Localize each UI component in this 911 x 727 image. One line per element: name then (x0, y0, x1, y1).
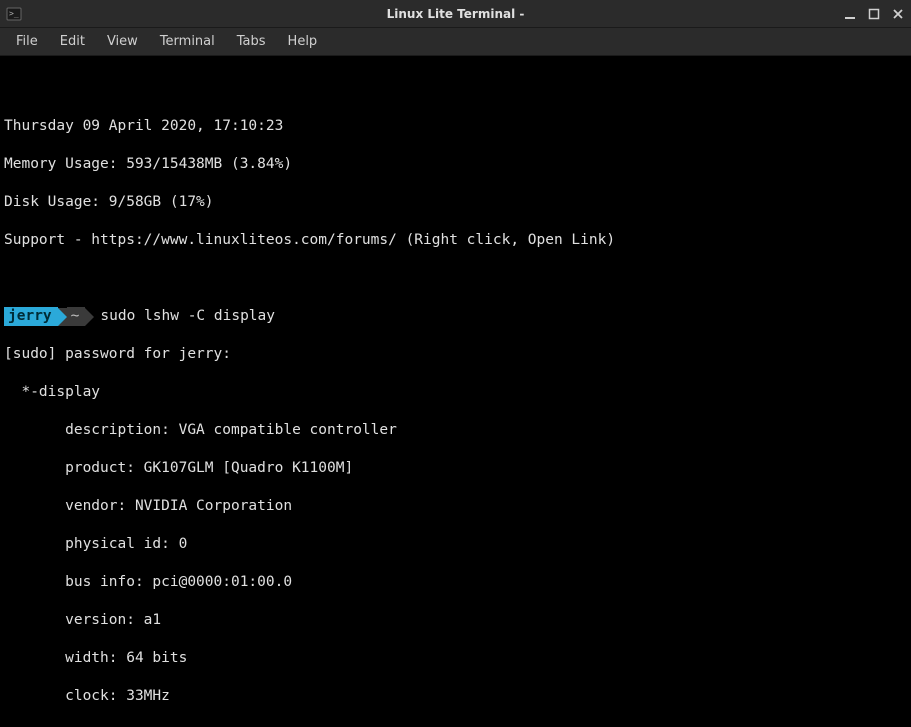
menu-terminal[interactable]: Terminal (150, 30, 225, 53)
minimize-button[interactable] (841, 5, 859, 23)
command-text: sudo lshw -C display (100, 307, 275, 326)
svg-text:>_: >_ (9, 9, 19, 18)
window-title: Linux Lite Terminal - (387, 7, 525, 21)
output-line: vendor: NVIDIA Corporation (4, 497, 907, 516)
output-line: product: GK107GLM [Quadro K1100M] (4, 459, 907, 478)
menu-edit[interactable]: Edit (50, 30, 95, 53)
menu-view[interactable]: View (97, 30, 148, 53)
motd-disk: Disk Usage: 9/58GB (17%) (4, 193, 907, 212)
output-line: physical id: 0 (4, 535, 907, 554)
prompt-arrow-icon (58, 308, 67, 326)
output-line: *-display (4, 383, 907, 402)
output-line: description: VGA compatible controller (4, 421, 907, 440)
window-controls (841, 5, 907, 23)
terminal-output[interactable]: Thursday 09 April 2020, 17:10:23 Memory … (0, 56, 911, 727)
motd-datetime: Thursday 09 April 2020, 17:10:23 (4, 117, 907, 136)
output-line: version: a1 (4, 611, 907, 630)
prompt-path: ~ (67, 307, 86, 326)
output-line: width: 64 bits (4, 649, 907, 668)
output-line (4, 269, 907, 288)
menu-file[interactable]: File (6, 30, 48, 53)
motd-memory: Memory Usage: 593/15438MB (3.84%) (4, 155, 907, 174)
menu-tabs[interactable]: Tabs (227, 30, 276, 53)
sudo-password-prompt: [sudo] password for jerry: (4, 345, 907, 364)
menubar: File Edit View Terminal Tabs Help (0, 28, 911, 56)
prompt-arrow-icon (85, 308, 94, 326)
window-titlebar: >_ Linux Lite Terminal - (0, 0, 911, 28)
menu-help[interactable]: Help (278, 30, 328, 53)
app-icon: >_ (6, 6, 22, 22)
prompt-user: jerry (4, 307, 58, 326)
prompt-line: jerry ~ sudo lshw -C display (4, 307, 907, 326)
output-line: bus info: pci@0000:01:00.0 (4, 573, 907, 592)
maximize-button[interactable] (865, 5, 883, 23)
motd-support: Support - https://www.linuxliteos.com/fo… (4, 231, 907, 250)
close-button[interactable] (889, 5, 907, 23)
output-line: clock: 33MHz (4, 687, 907, 706)
output-line (4, 79, 907, 98)
